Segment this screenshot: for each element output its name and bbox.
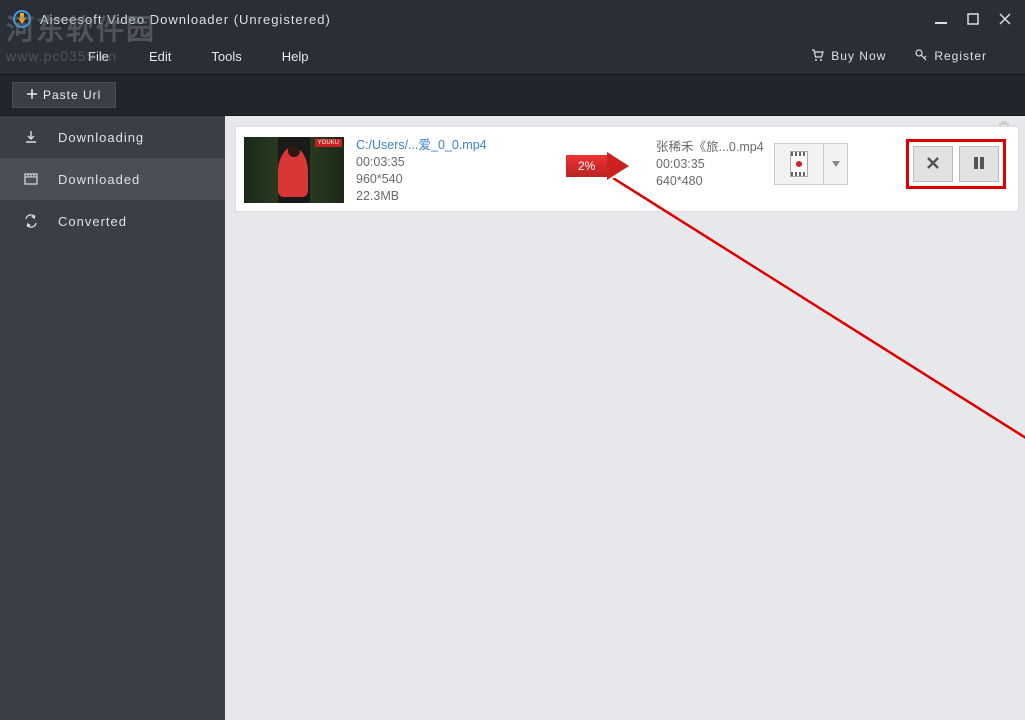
cancel-button[interactable] xyxy=(913,146,953,182)
paste-url-button[interactable]: Paste Url xyxy=(12,82,116,108)
target-duration: 00:03:35 xyxy=(656,156,764,173)
key-icon xyxy=(914,48,928,65)
film-icon xyxy=(22,170,40,188)
download-item-row[interactable]: YOUKU C:/Users/...爱_0_0.mp4 00:03:35 960… xyxy=(235,126,1019,212)
register-link[interactable]: Register xyxy=(900,48,1001,65)
target-info: 张稀禾《旅...0.mp4 00:03:35 640*480 xyxy=(656,139,764,190)
pause-icon xyxy=(972,155,986,174)
convert-icon xyxy=(22,212,40,230)
window-title: Aiseesoft Video Downloader (Unregistered… xyxy=(40,12,933,27)
source-path: C:/Users/...爱_0_0.mp4 xyxy=(356,137,487,154)
annotation-arrow xyxy=(613,178,1025,538)
close-button[interactable] xyxy=(997,11,1013,27)
source-resolution: 960*540 xyxy=(356,171,487,188)
menu-tools[interactable]: Tools xyxy=(191,49,261,64)
format-dropdown-caret[interactable] xyxy=(824,143,848,185)
download-icon xyxy=(22,128,40,146)
sidebar-item-downloading[interactable]: Downloading xyxy=(0,116,225,158)
pause-button[interactable] xyxy=(959,146,999,182)
source-size: 22.3MB xyxy=(356,188,487,205)
x-icon xyxy=(925,155,941,174)
menu-help[interactable]: Help xyxy=(262,49,329,64)
maximize-button[interactable] xyxy=(965,11,981,27)
buy-now-link[interactable]: Buy Now xyxy=(797,48,900,65)
minimize-button[interactable] xyxy=(933,11,949,27)
app-logo-icon xyxy=(12,9,32,29)
format-selector[interactable] xyxy=(774,143,848,185)
cart-icon xyxy=(811,48,825,65)
titlebar: Aiseesoft Video Downloader (Unregistered… xyxy=(0,0,1025,38)
source-duration: 00:03:35 xyxy=(356,154,487,171)
control-group-highlighted xyxy=(906,139,1006,189)
sidebar-item-downloaded[interactable]: Downloaded xyxy=(0,158,225,200)
source-info: C:/Users/...爱_0_0.mp4 00:03:35 960*540 2… xyxy=(356,137,487,205)
target-name: 张稀禾《旅...0.mp4 xyxy=(656,139,764,156)
menubar: File Edit Tools Help Buy Now Register xyxy=(0,38,1025,74)
toolbar: Paste Url xyxy=(0,74,1025,116)
progress-indicator: 2% xyxy=(566,155,607,177)
sidebar-item-converted[interactable]: Converted xyxy=(0,200,225,242)
format-button[interactable] xyxy=(774,143,824,185)
plus-icon xyxy=(27,88,37,102)
video-thumbnail: YOUKU xyxy=(244,137,344,203)
content-area: YOUKU C:/Users/...爱_0_0.mp4 00:03:35 960… xyxy=(225,116,1025,720)
film-format-icon xyxy=(790,151,808,177)
source-badge: YOUKU xyxy=(315,139,342,147)
menu-file[interactable]: File xyxy=(24,49,129,64)
target-resolution: 640*480 xyxy=(656,173,764,190)
sidebar: Downloading Downloaded Converted xyxy=(0,116,225,720)
menu-edit[interactable]: Edit xyxy=(129,49,191,64)
